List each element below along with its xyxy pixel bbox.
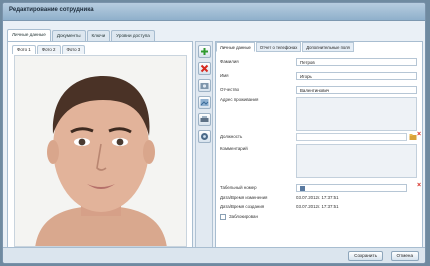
- face-portrait: [15, 56, 186, 246]
- add-photo-button[interactable]: [198, 45, 211, 58]
- main-tabs: Личные данные Документы Ключи Уровни дос…: [7, 29, 156, 41]
- save-button[interactable]: Сохранить: [348, 251, 383, 261]
- id-card-icon: [300, 186, 305, 191]
- camera-button[interactable]: [198, 79, 211, 92]
- firstname-label: Имя: [220, 73, 229, 78]
- photo-toolbar: [195, 41, 213, 249]
- tab-access-levels[interactable]: Уровни доступа: [111, 30, 155, 41]
- details-tabs: Личные данные Отчет о телефонах Дополнит…: [216, 42, 355, 52]
- camera-icon: [200, 83, 209, 89]
- patronymic-label: Отчество: [220, 87, 240, 92]
- firstname-input[interactable]: Игорь: [296, 72, 417, 80]
- tab-phone-report[interactable]: Отчет о телефонах: [255, 42, 302, 52]
- comment-textarea[interactable]: [296, 144, 417, 178]
- webcam-icon: [201, 133, 208, 140]
- comment-label: Комментарий: [220, 146, 248, 151]
- photo-panel: Фото 1 Фото 2 Фото 3: [7, 41, 193, 249]
- folder-icon[interactable]: [409, 133, 417, 141]
- address-textarea[interactable]: [296, 97, 417, 131]
- position-select[interactable]: [296, 133, 407, 141]
- title-bar: Редактирование сотрудника: [3, 3, 425, 21]
- lastname-input[interactable]: Петров: [296, 58, 417, 66]
- created-value: 03.07.2012г. 17:37:51: [296, 204, 339, 209]
- tab-photo-3[interactable]: Фото 3: [61, 45, 86, 54]
- scanner-button[interactable]: [198, 113, 211, 126]
- clear-tabnum-icon[interactable]: ×: [417, 182, 421, 189]
- tab-personal-data[interactable]: Личные данные: [7, 29, 51, 41]
- created-label: Дата/Время создания: [220, 204, 265, 209]
- employee-photo: [14, 55, 187, 247]
- changed-label: Дата/Время изменения: [220, 195, 268, 200]
- red-x-icon: [200, 64, 209, 73]
- photo-tabs: Фото 1 Фото 2 Фото 3: [12, 45, 86, 54]
- changed-value: 03.07.2012г. 17:37:51: [296, 195, 339, 200]
- cancel-button[interactable]: Отмена: [390, 251, 419, 261]
- clear-position-icon[interactable]: ×: [417, 131, 421, 138]
- tab-extra-fields[interactable]: Дополнительные поля: [302, 42, 354, 52]
- lastname-label: Фамилия: [220, 59, 239, 64]
- edit-employee-window: Редактирование сотрудника Личные данные …: [2, 2, 426, 264]
- address-label: Адрес проживания: [220, 97, 259, 102]
- tab-documents[interactable]: Документы: [51, 30, 86, 41]
- tab-keys[interactable]: Ключи: [86, 30, 111, 41]
- webcam-button[interactable]: [198, 130, 211, 143]
- tabnum-input[interactable]: [296, 184, 407, 192]
- load-image-button[interactable]: [198, 96, 211, 109]
- patronymic-input[interactable]: Валентинович: [296, 86, 417, 94]
- blocked-label: Заблокирован: [229, 214, 258, 219]
- image-icon: [200, 99, 209, 106]
- plus-icon: [201, 48, 208, 55]
- tab-photo-1[interactable]: Фото 1: [12, 45, 36, 54]
- delete-photo-button[interactable]: [198, 62, 211, 75]
- tab-photo-2[interactable]: Фото 2: [36, 45, 61, 54]
- window-title: Редактирование сотрудника: [9, 7, 94, 13]
- blocked-checkbox[interactable]: [220, 214, 226, 220]
- tab-details-personal[interactable]: Личные данные: [216, 42, 255, 52]
- details-panel: Личные данные Отчет о телефонах Дополнит…: [215, 41, 423, 249]
- position-label: Должность: [220, 134, 243, 139]
- dialog-footer: Сохранить Отмена: [3, 247, 425, 263]
- tabnum-label: Табельный номер: [220, 185, 257, 190]
- scanner-icon: [200, 116, 209, 122]
